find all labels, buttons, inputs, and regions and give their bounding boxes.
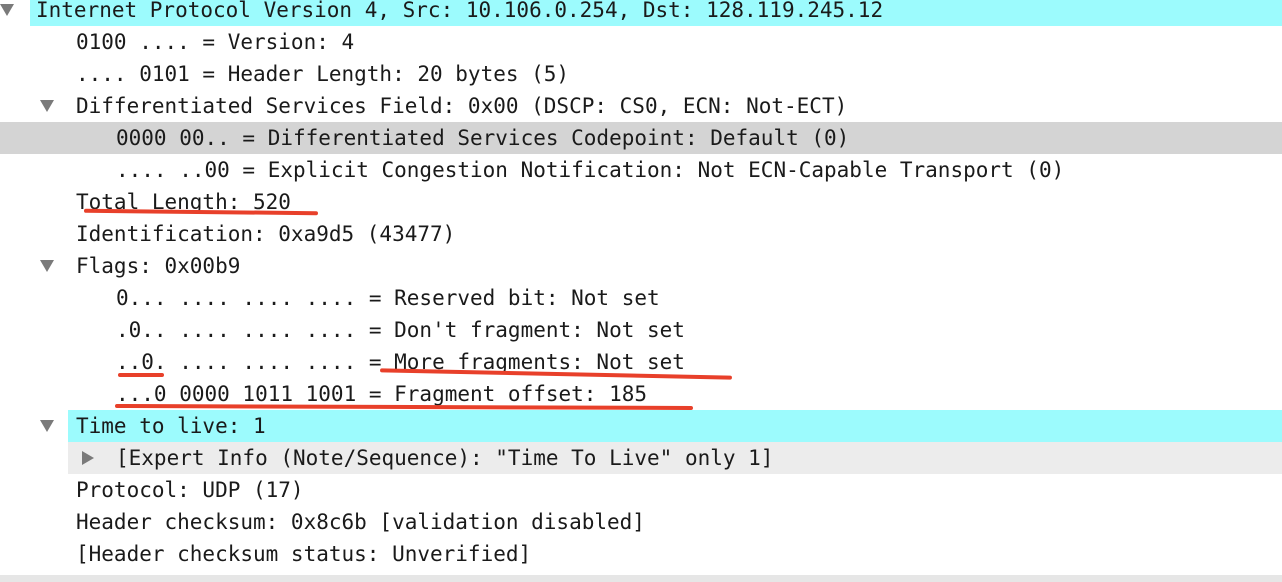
tree-row-ecn[interactable]: .... ..00 = Explicit Congestion Notifica… — [0, 154, 1282, 186]
tree-row-reserved-bit[interactable]: 0... .... .... .... = Reserved bit: Not … — [0, 282, 1282, 314]
row-label: 0100 .... = Version: 4 — [76, 30, 355, 54]
tree-row-checksum-status[interactable]: [Header checksum status: Unverified] — [0, 538, 1282, 570]
row-label: [Expert Info (Note/Sequence): "Time To L… — [116, 446, 774, 470]
expand-down-icon[interactable] — [0, 4, 14, 16]
tree-row-version[interactable]: 0100 .... = Version: 4 — [0, 26, 1282, 58]
expand-down-icon[interactable] — [40, 260, 54, 272]
row-label: 0000 00.. = Differentiated Services Code… — [116, 126, 850, 150]
row-label: Protocol: UDP (17) — [76, 478, 304, 502]
row-label: Header checksum: 0x8c6b [validation disa… — [76, 510, 645, 534]
tree-row-protocol[interactable]: Protocol: UDP (17) — [0, 474, 1282, 506]
expand-right-icon[interactable] — [82, 451, 94, 465]
row-label: Internet Protocol Version 4, Src: 10.106… — [36, 0, 884, 22]
row-label: Differentiated Services Field: 0x00 (DSC… — [76, 94, 848, 118]
row-label: .0.. .... .... .... = Don't fragment: No… — [116, 318, 685, 342]
tree-row-flags[interactable]: Flags: 0x00b9 — [0, 250, 1282, 282]
tree-row-header-checksum[interactable]: Header checksum: 0x8c6b [validation disa… — [0, 506, 1282, 538]
row-label: Time to live: 1 — [76, 414, 266, 438]
row-label: Flags: 0x00b9 — [76, 254, 241, 278]
tree-row-expert-info[interactable]: [Expert Info (Note/Sequence): "Time To L… — [0, 442, 1282, 474]
horizontal-scrollbar[interactable] — [0, 575, 1282, 582]
tree-row-identification[interactable]: Identification: 0xa9d5 (43477) — [0, 218, 1282, 250]
expand-down-icon[interactable] — [40, 100, 54, 112]
tree-row-dsfield[interactable]: Differentiated Services Field: 0x00 (DSC… — [0, 90, 1282, 122]
tree-row-dont-fragment[interactable]: .0.. .... .... .... = Don't fragment: No… — [0, 314, 1282, 346]
tree-row-header-length[interactable]: .... 0101 = Header Length: 20 bytes (5) — [0, 58, 1282, 90]
row-label: [Header checksum status: Unverified] — [76, 542, 532, 566]
packet-details-tree: Internet Protocol Version 4, Src: 10.106… — [0, 0, 1282, 582]
tree-row-ttl[interactable]: Time to live: 1 — [0, 410, 1282, 442]
row-label: .... ..00 = Explicit Congestion Notifica… — [116, 158, 1065, 182]
row-label: 0... .... .... .... = Reserved bit: Not … — [116, 286, 660, 310]
tree-row-dscp[interactable]: 0000 00.. = Differentiated Services Code… — [0, 122, 1282, 154]
row-label: Identification: 0xa9d5 (43477) — [76, 222, 456, 246]
tree-row-ipv4[interactable]: Internet Protocol Version 4, Src: 10.106… — [0, 0, 1282, 26]
row-label: .... 0101 = Header Length: 20 bytes (5) — [76, 62, 570, 86]
annotation-underline — [118, 373, 164, 377]
expand-down-icon[interactable] — [40, 420, 54, 432]
